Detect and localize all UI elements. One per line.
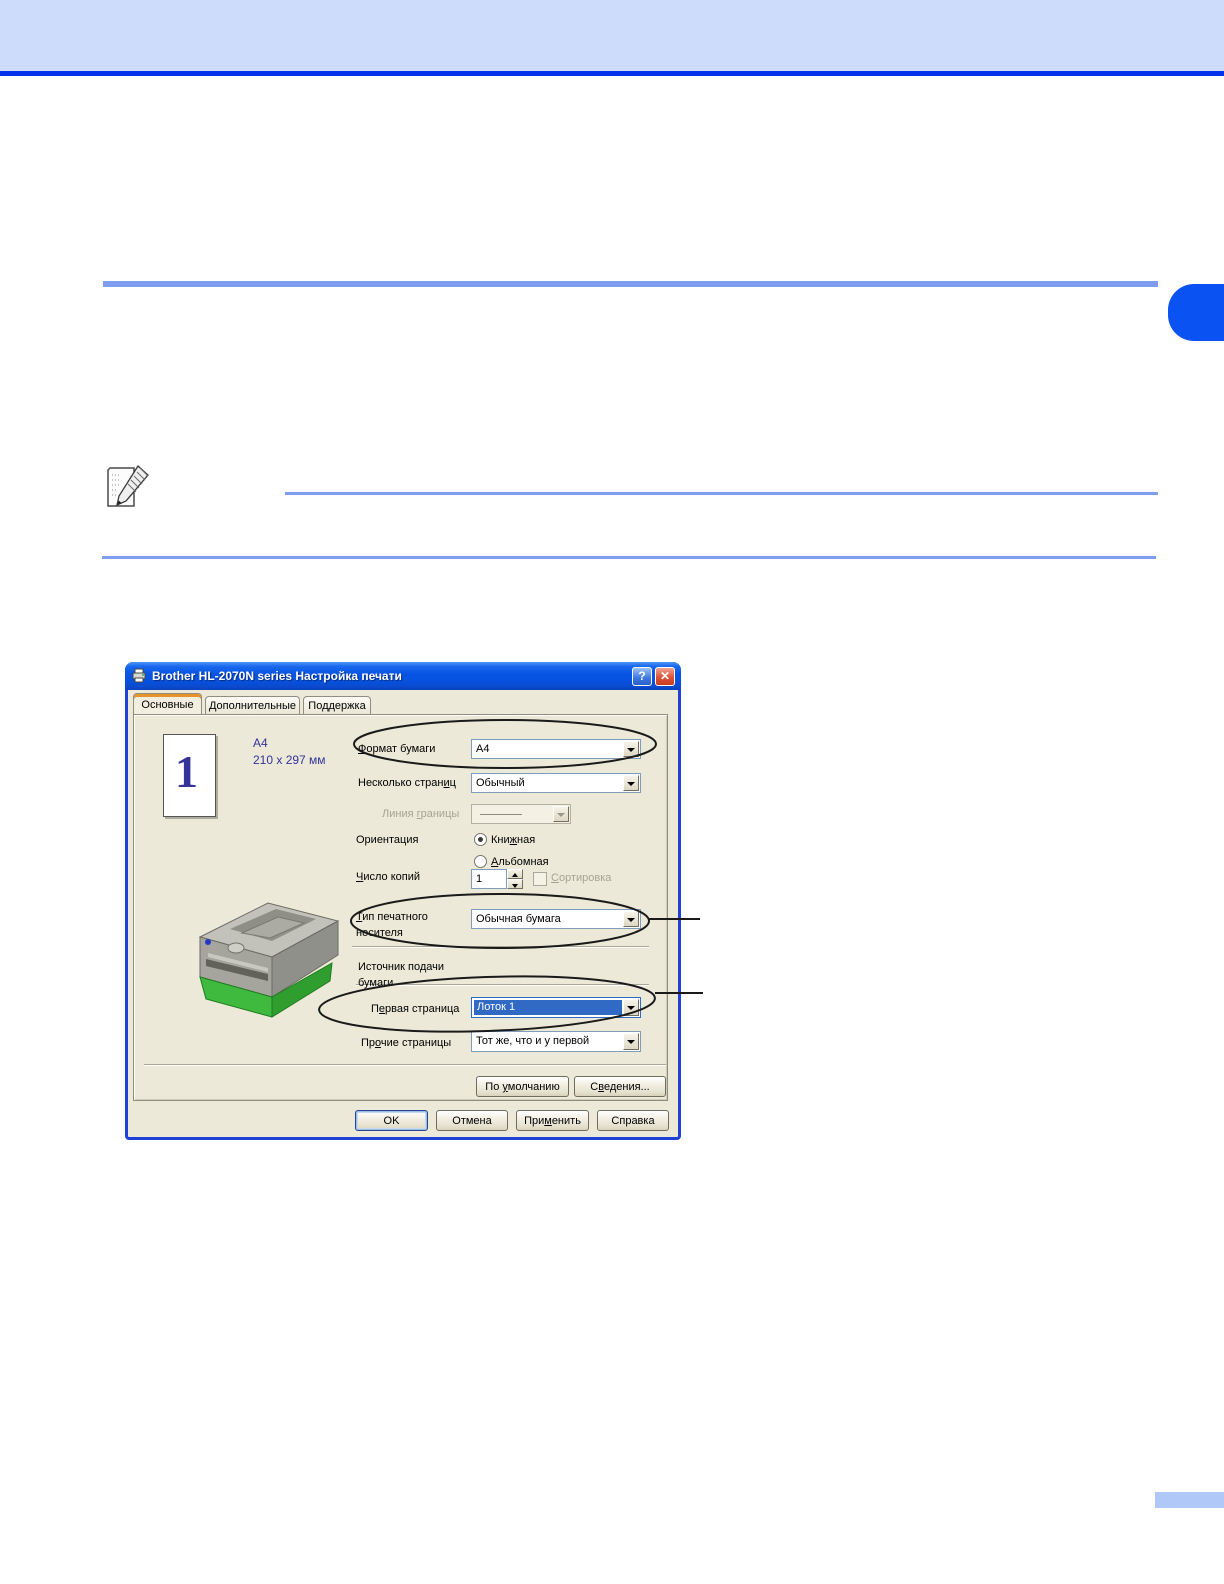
first-page-value: Лоток 1 (474, 1000, 622, 1015)
source-group-label-line1: Источник подачи (358, 961, 444, 973)
spin-up-icon[interactable] (507, 869, 523, 879)
help-button[interactable]: Справка (597, 1110, 669, 1131)
note-rule-bottom (102, 556, 1156, 559)
print-settings-dialog: Brother HL-2070N series Настройка печати… (125, 662, 681, 1140)
help-titlebar-button[interactable]: ? (632, 667, 652, 686)
details-button[interactable]: Сведения... (574, 1076, 666, 1097)
collate-checkbox (533, 872, 547, 886)
media-type-label-line1: Тип печатного (356, 911, 428, 923)
landscape-label[interactable]: Альбомная (491, 856, 549, 868)
printer-icon (131, 668, 147, 684)
dialog-title: Brother HL-2070N series Настройка печати (152, 669, 402, 683)
copies-label: Число копий (356, 871, 420, 883)
chevron-down-icon[interactable] (623, 999, 639, 1016)
other-pages-label: Прочие страницы (361, 1037, 451, 1049)
page-header-underline (0, 71, 1224, 76)
page-header-band (0, 0, 1224, 71)
media-type-dropdown[interactable]: Обычная бумага (471, 909, 641, 929)
footer-separator (144, 1064, 666, 1066)
chevron-down-icon[interactable] (623, 775, 639, 791)
first-page-dropdown[interactable]: Лоток 1 (471, 997, 641, 1018)
note-rule-top (285, 492, 1158, 495)
chevron-down-icon[interactable] (623, 741, 639, 757)
other-pages-value: Тот же, что и у первой (476, 1035, 589, 1047)
other-pages-dropdown[interactable]: Тот же, что и у первой (471, 1031, 641, 1052)
preview-page-number: 1 (175, 749, 198, 795)
landscape-radio[interactable] (474, 855, 487, 868)
multipage-label: Несколько страниц (358, 777, 456, 789)
default-button[interactable]: По умолчанию (476, 1076, 569, 1097)
manual-page: Brother HL-2070N series Настройка печати… (0, 0, 1224, 1584)
orientation-label: Ориентация (356, 834, 418, 846)
media-type-label-line2: носителя (356, 927, 403, 939)
paper-dimensions-text: 210 x 297 мм (253, 753, 326, 767)
portrait-label[interactable]: Книжная (491, 834, 535, 846)
border-line-label: Линия границы (382, 808, 459, 820)
ok-button[interactable]: OK (355, 1110, 428, 1131)
multipage-value: Обычный (476, 777, 525, 789)
chevron-down-icon[interactable] (623, 1033, 639, 1050)
note-icon (104, 464, 152, 510)
portrait-radio[interactable] (474, 833, 487, 846)
paper-name-text: A4 (253, 736, 268, 750)
paper-size-value: A4 (476, 743, 489, 755)
dialog-titlebar: Brother HL-2070N series Настройка печати… (125, 662, 681, 690)
spin-down-icon[interactable] (507, 879, 523, 889)
tab-support[interactable]: Поддержка (303, 696, 371, 714)
tab-basic[interactable]: Основные (133, 693, 202, 714)
media-source-separator (352, 946, 649, 948)
copies-stepper[interactable] (507, 869, 523, 889)
paper-size-dropdown[interactable]: A4 (471, 739, 641, 759)
close-icon[interactable]: ✕ (655, 667, 675, 686)
radio-dot (478, 837, 483, 842)
first-page-label: Первая страница (371, 1003, 459, 1015)
source-group-label-line2: бумаги (358, 977, 393, 989)
tab-page-basic: 1 A4 210 x 297 мм Формат бумаги (133, 714, 668, 1101)
border-line-dropdown (471, 804, 571, 824)
copies-input[interactable]: 1 (471, 869, 507, 889)
chevron-down-icon[interactable] (623, 911, 639, 927)
source-group-border (356, 984, 649, 986)
page-footer-bar (1155, 1492, 1224, 1508)
printer-illustration (184, 893, 349, 1020)
line-style-sample (480, 814, 522, 815)
section-rule (103, 281, 1158, 287)
collate-label: Сортировка (551, 872, 611, 884)
paper-size-label: Формат бумаги (358, 743, 435, 755)
media-type-value: Обычная бумага (476, 913, 561, 925)
tab-advanced[interactable]: Дополнительные (205, 696, 300, 714)
apply-button[interactable]: Применить (516, 1110, 589, 1131)
cancel-button[interactable]: Отмена (436, 1110, 508, 1131)
chapter-edge-tab (1168, 284, 1224, 341)
chevron-down-icon (553, 806, 569, 822)
multipage-dropdown[interactable]: Обычный (471, 773, 641, 793)
paper-preview: 1 (163, 734, 216, 817)
